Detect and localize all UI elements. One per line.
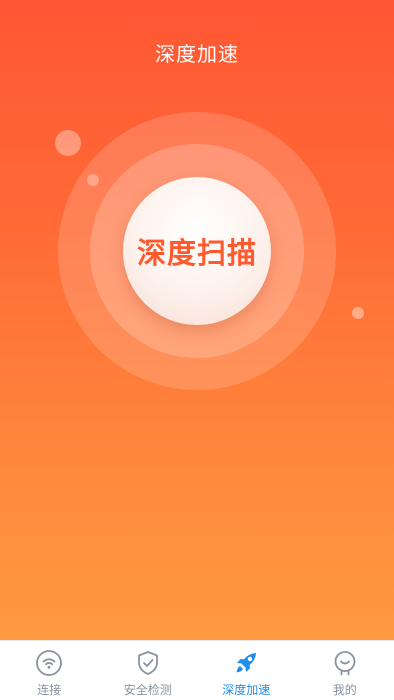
shield-check-icon [137,651,158,675]
deep-scan-button[interactable]: 深度扫描 [123,177,271,325]
page-title: 深度加速 [155,42,239,66]
wifi-icon [36,650,63,676]
decorative-bubble [352,307,364,319]
tab-label: 连接 [37,683,62,697]
tab-label: 安全检测 [123,683,172,697]
tab-connect[interactable]: 连接 [0,641,99,700]
user-icon [334,651,356,676]
app-screen: 深度加速 深度扫描 连接 安全检测 深度加速 我的 [0,0,394,700]
deep-scan-label: 深度扫描 [136,236,257,270]
main-panel: 深度加速 深度扫描 [0,0,394,640]
decorative-bubble [55,130,81,156]
tab-security-check[interactable]: 安全检测 [99,641,198,700]
tab-label: 深度加速 [222,683,271,697]
tab-deep-accelerate[interactable]: 深度加速 [197,641,296,700]
tab-mine[interactable]: 我的 [296,641,394,700]
bottom-tab-bar: 连接 安全检测 深度加速 我的 [0,640,394,700]
tab-label: 我的 [332,683,357,697]
rocket-icon [236,653,257,673]
